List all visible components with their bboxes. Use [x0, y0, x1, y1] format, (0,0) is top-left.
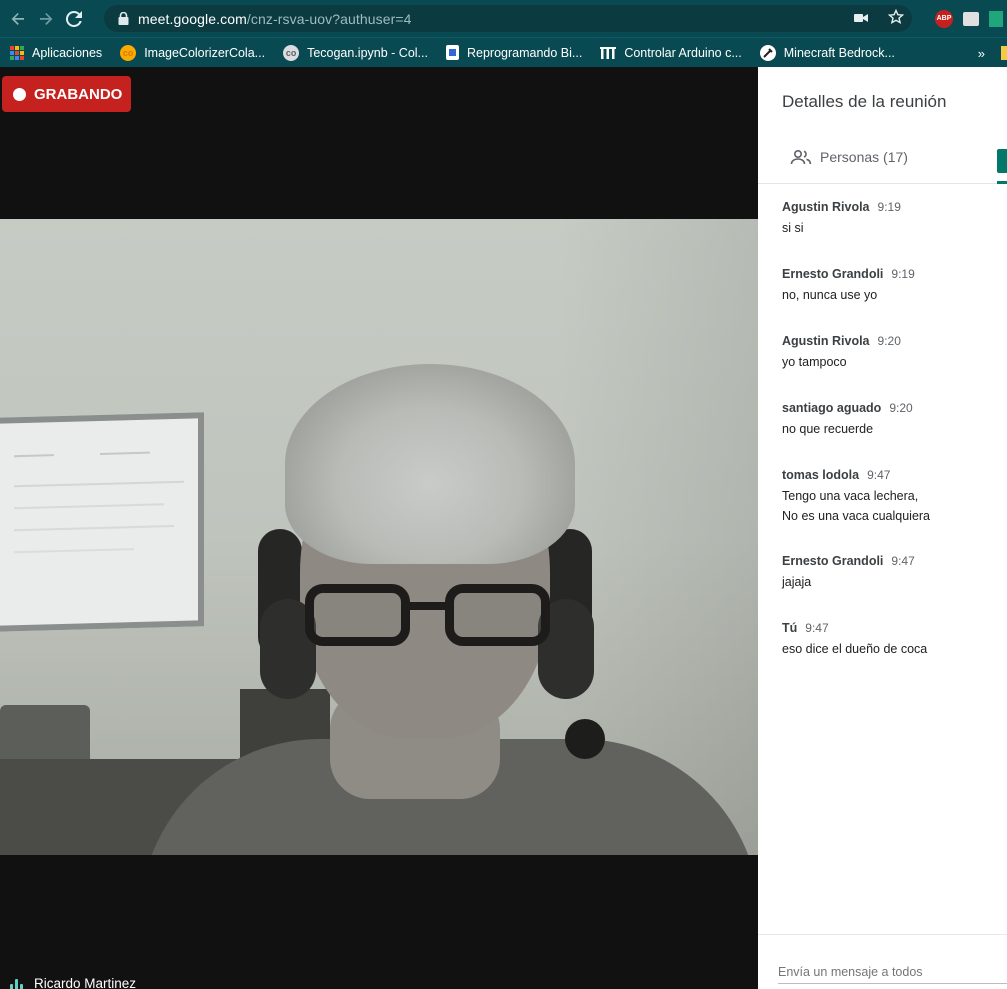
glasses [305, 584, 555, 654]
message-header: Ernesto Grandoli 9:47 [782, 554, 1002, 572]
message-text: si si [782, 221, 804, 235]
message-time: 9:20 [889, 401, 913, 415]
message-time: 9:19 [891, 267, 915, 281]
message-header: santiago aguado 9:20 [782, 401, 1002, 419]
message-time: 9:19 [877, 200, 901, 214]
arrow-left-icon [11, 12, 24, 25]
abp-icon[interactable]: ABP [935, 9, 953, 28]
message-header: Ernesto Grandoli 9:19 [782, 267, 1002, 285]
bookmark-label: Reprogramando Bi... [466, 45, 583, 60]
apps-grid-icon [10, 45, 24, 60]
back-button[interactable] [4, 5, 32, 33]
lock-icon [116, 12, 130, 26]
message-time: 9:47 [891, 554, 915, 568]
chat-compose [758, 934, 1007, 989]
star-icon[interactable] [887, 8, 905, 29]
lll-icon [600, 45, 617, 61]
message-text: yo tampoco [782, 355, 847, 369]
people-icon [790, 149, 812, 165]
colab-icon: co [283, 44, 300, 61]
video-stage: GRABANDO Ricardo Martinez [0, 67, 758, 989]
colab-icon: co [120, 44, 137, 61]
message-sender: Agustin Rivola [782, 334, 870, 348]
recording-badge: GRABANDO [2, 76, 131, 112]
input-underline [778, 983, 1007, 984]
message-sender: tomas lodola [782, 468, 860, 482]
panel-tabs: Personas (17) [758, 139, 1007, 184]
message-text: no, nunca use yo [782, 288, 878, 302]
message-sender: Ernesto Grandoli [782, 267, 884, 281]
participant-name: Ricardo Martinez [34, 976, 137, 989]
message-sender: Tú [782, 621, 798, 635]
extension-icon[interactable] [963, 11, 979, 26]
bookmark-apps[interactable]: Aplicaciones [0, 38, 110, 68]
tab-people[interactable]: Personas (17) [790, 149, 908, 165]
message-header: Agustin Rivola 9:19 [782, 200, 1002, 218]
chat-message: Agustin Rivola 9:20 yo tampoco [782, 334, 1002, 372]
message-text: Tengo una vaca lechera, [782, 489, 919, 503]
headset-mic [565, 719, 605, 759]
bookmark-label: ImageColorizerCola... [144, 45, 266, 60]
address-bar[interactable]: meet.google.com/cnz-rsva-uov?authuser=4 [104, 5, 912, 32]
message-text: jajaja [782, 575, 812, 589]
minecraft-icon [759, 44, 776, 61]
message-sender: Agustin Rivola [782, 200, 870, 214]
message-header: Tú 9:47 [782, 621, 1002, 639]
audio-level-icon [10, 978, 23, 989]
folder-icon[interactable] [1001, 46, 1007, 60]
message-input[interactable] [778, 965, 1003, 979]
active-tab-indicator [997, 181, 1007, 184]
bookmark-label: Controlar Arduino c... [624, 45, 742, 60]
recording-label: GRABANDO [34, 85, 123, 103]
message-sender: santiago aguado [782, 401, 882, 415]
message-sender: Ernesto Grandoli [782, 554, 884, 568]
camera-icon[interactable] [854, 10, 868, 27]
browser-toolbar: meet.google.com/cnz-rsva-uov?authuser=4 … [0, 0, 1007, 37]
forward-button[interactable] [32, 5, 60, 33]
bookmark-item[interactable]: Controlar Arduino c... [590, 38, 749, 68]
bookmark-item[interactable]: co Tecogan.ipynb - Col... [273, 38, 436, 68]
participant-name-label: Ricardo Martinez [10, 976, 136, 989]
message-text: No es una vaca cualquiera [782, 509, 931, 523]
bookmarks-bar: Aplicaciones co ImageColorizerCola... co… [0, 37, 1007, 67]
bookmark-label: Minecraft Bedrock... [783, 45, 895, 60]
message-time: 9:47 [867, 468, 891, 482]
message-text: no que recuerde [782, 422, 874, 436]
panel-title: Detalles de la reunión [782, 92, 947, 111]
reload-icon [66, 10, 82, 27]
message-header: tomas lodola 9:47 [782, 468, 1002, 486]
chat-message: Tú 9:47 eso dice el dueño de coca [782, 621, 1002, 659]
more-bookmarks-button[interactable]: » [978, 38, 985, 68]
tab-people-label: Personas (17) [820, 149, 908, 165]
bookmark-item[interactable]: co ImageColorizerCola... [110, 38, 273, 68]
chat-message: Agustin Rivola 9:19 si si [782, 200, 1002, 238]
chat-message: Ernesto Grandoli 9:47 jajaja [782, 554, 1002, 592]
bookmark-label: Tecogan.ipynb - Col... [307, 45, 428, 60]
chat-message: tomas lodola 9:47 Tengo una vaca lechera, N… [782, 468, 1002, 526]
chat-messages: Agustin Rivola 9:19 si si Ernesto Grandoli 9… [782, 200, 1002, 659]
background-object [0, 705, 90, 765]
chat-tab-icon[interactable] [997, 149, 1007, 173]
page-icon [445, 45, 459, 60]
bookmark-item[interactable]: Reprogramando Bi... [436, 38, 590, 68]
url-text: meet.google.com/cnz-rsva-uov?authuser=4 [138, 10, 412, 27]
extension-icon[interactable] [989, 10, 1003, 27]
bookmark-label: Aplicaciones [32, 45, 103, 60]
message-time: 9:20 [877, 334, 901, 348]
meeting-details-panel: Detalles de la reunión Personas (17) Agu… [758, 67, 1007, 989]
record-dot-icon [13, 87, 26, 101]
participant-video[interactable] [0, 219, 758, 855]
participant-figure [100, 219, 758, 855]
participant-hair [285, 364, 575, 564]
reload-button[interactable] [60, 5, 88, 33]
message-text: eso dice el dueño de coca [782, 642, 928, 656]
message-header: Agustin Rivola 9:20 [782, 334, 1002, 352]
bookmark-item[interactable]: Minecraft Bedrock... [750, 38, 903, 68]
message-time: 9:47 [805, 621, 829, 635]
chat-message: santiago aguado 9:20 no que recuerde [782, 401, 1002, 439]
chat-message: Ernesto Grandoli 9:19 no, nunca use yo [782, 267, 1002, 305]
arrow-right-icon [40, 12, 53, 25]
